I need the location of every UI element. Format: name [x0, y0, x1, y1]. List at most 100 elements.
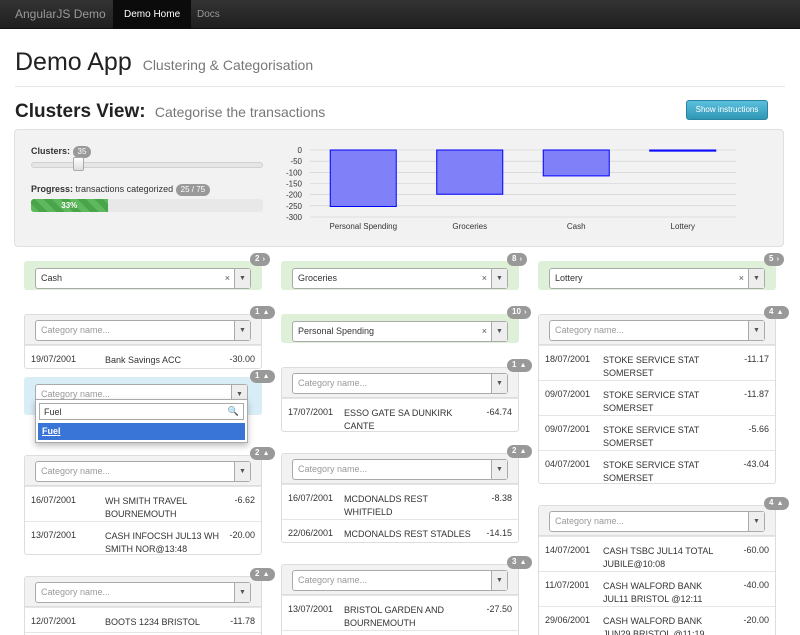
transaction-date: 04/07/2001	[545, 459, 591, 469]
cluster-count-badge[interactable]: 5 ›	[764, 253, 785, 266]
chevron-down-icon[interactable]: ▼	[748, 321, 764, 340]
transaction-description: STOKE SERVICE STAT SOMERSET	[603, 424, 699, 450]
category-select[interactable]: Lottery × ▼	[549, 268, 765, 289]
transaction-row[interactable]: 18/07/2001 STOKE SERVICE STAT SOMERSET -11.…	[539, 345, 775, 380]
cluster-count-badge[interactable]: 2 ▲	[250, 447, 275, 460]
transaction-row[interactable]: 19/07/2001 Bank Savings ACC -30.00	[25, 345, 261, 368]
cluster-panel-header: Category name... ▼	[539, 506, 775, 536]
category-select[interactable]: Category name... ▼	[292, 459, 508, 480]
cluster-panel: Category name... ▼ 13/07/2001 BRISTOL GARDE…	[281, 564, 519, 635]
transaction-date: 14/07/2001	[545, 545, 591, 555]
cluster-count-badge[interactable]: 2 ›	[250, 253, 271, 266]
transaction-row[interactable]: 13/07/2001 BRISTOL GARDEN AND BOURNEMOUTH -…	[282, 595, 518, 630]
chevron-up-icon: ▲	[519, 559, 527, 566]
transaction-row[interactable]: 16/07/2001 WH SMITH TRAVEL BOURNEMOUTH -6.6…	[25, 486, 261, 521]
transaction-description-line: CASH WALFORD BANK	[603, 581, 703, 591]
transaction-amount: -20.00	[229, 530, 255, 540]
transaction-row[interactable]: 09/07/2001 STOKE SERVICE STAT SOMERSET -5.6…	[539, 415, 775, 450]
clear-icon[interactable]: ×	[225, 273, 230, 283]
cluster-count-badge[interactable]: 8 ›	[507, 253, 528, 266]
chevron-down-icon[interactable]: ▼	[234, 321, 250, 340]
chevron-down-icon[interactable]: ▼	[748, 512, 764, 531]
transaction-row[interactable]: 11/07/2001 CASH WALFORD BANK JUL11 BRISTOL…	[539, 571, 775, 606]
transaction-date: 16/07/2001	[31, 495, 77, 505]
category-select-value: Category name...	[41, 466, 111, 476]
y-tick-label: -50	[290, 157, 302, 166]
nav-demo-home[interactable]: Demo Home	[113, 0, 192, 29]
clear-icon[interactable]: ×	[482, 273, 487, 283]
transaction-row[interactable]: 14/07/2001 CASH TSBC JUL14 TOTAL JUBILE@10…	[539, 536, 775, 571]
transaction-description: ESSO GATE SA DUNKIRK CANTE	[344, 407, 453, 431]
cluster-count-badge[interactable]: 2 ▲	[250, 568, 275, 581]
y-tick-label: -300	[286, 213, 303, 222]
cluster-panel: Category name... ▼ 17/07/2001 ESSO GATE SA …	[281, 367, 519, 432]
category-select[interactable]: Groceries × ▼	[292, 268, 508, 289]
chevron-down-icon[interactable]: ▼	[748, 269, 764, 288]
chevron-up-icon: ▲	[262, 373, 270, 380]
transaction-amount: -14.15	[486, 528, 512, 538]
cluster-count-badge[interactable]: 2 ▲	[507, 445, 532, 458]
transaction-description-line: ESSO GATE SA DUNKIRK	[344, 408, 453, 418]
cluster-panel-header: Category name... ▼	[539, 315, 775, 345]
chevron-down-icon[interactable]: ▼	[234, 462, 250, 481]
clusters-slider[interactable]	[31, 162, 263, 168]
brand[interactable]: AngularJS Demo	[15, 7, 106, 21]
category-select[interactable]: Category name... ▼	[549, 320, 765, 341]
category-select-value: Category name...	[298, 575, 368, 585]
transaction-date: 16/07/2001	[288, 493, 334, 503]
clear-icon[interactable]: ×	[482, 326, 487, 336]
category-select[interactable]: Category name... ▼	[35, 320, 251, 341]
cluster-panel: Category name... ▼ 14/07/2001 CASH TSBC JUL…	[538, 505, 776, 635]
chevron-down-icon[interactable]: ▼	[234, 583, 250, 602]
category-select[interactable]: Cash × ▼	[35, 268, 251, 289]
category-select-value: Category name...	[298, 378, 368, 388]
transaction-row[interactable]: 12/07/2001 BOOTS 1234 BRISTOL -11.78	[25, 607, 261, 632]
cluster-count-badge[interactable]: 10 ›	[507, 306, 532, 319]
cluster-panel: Category name... ▼ 12/07/2001 BOOTS 1234 BR…	[24, 576, 262, 635]
transaction-row[interactable]: 22/06/2001 MCDONALDS REST STADLES -14.15	[282, 519, 518, 542]
clear-icon[interactable]: ×	[739, 273, 744, 283]
chevron-down-icon[interactable]: ▼	[491, 571, 507, 590]
cluster-count-badge[interactable]: 1 ▲	[250, 370, 275, 383]
transaction-description-line: SOMERSET	[603, 403, 654, 413]
section-subtitle: Categorise the transactions	[154, 104, 326, 120]
category-search-input[interactable]: Fuel 🔍	[39, 403, 244, 420]
transaction-date: 22/06/2001	[288, 528, 334, 538]
transaction-description-line: CASH INFOCSH JUL13 WH	[105, 531, 220, 541]
category-select[interactable]: Category name... ▼	[292, 570, 508, 591]
category-select[interactable]: Category name... ▼	[35, 582, 251, 603]
category-select[interactable]: Personal Spending × ▼	[292, 321, 508, 342]
cluster-panel: Category name... ▼ 16/07/2001 MCDONALDS RES…	[281, 453, 519, 543]
show-instructions-button[interactable]: Show instructions	[686, 100, 768, 120]
category-select[interactable]: Category name... ▼	[35, 461, 251, 482]
transaction-row[interactable]: 29/06/2001 CASH WALFORD BANK JUN29 BRISTOL…	[539, 606, 775, 635]
dropdown-option[interactable]: Fuel	[38, 423, 245, 440]
chevron-up-icon: ▲	[519, 362, 527, 369]
transaction-description-line: BRISTOL GARDEN AND	[344, 605, 445, 615]
chevron-down-icon[interactable]: ▼	[234, 269, 250, 288]
transaction-row[interactable]: 04/07/2001 STOKE SERVICE STAT SOMERSET -43.…	[539, 450, 775, 483]
cluster-count-badge[interactable]: 4 ▲	[764, 497, 789, 510]
assigned-cluster: Lottery × ▼	[538, 261, 776, 290]
transaction-row[interactable]: 16/07/2001 MCDONALDS REST WHITFIELD -8.38	[282, 484, 518, 519]
transaction-row[interactable]: 11/07/2001BRISTOL GARDEN ANDBOURNEMOUTH-…	[282, 630, 518, 635]
cluster-count-badge[interactable]: 4 ▲	[764, 306, 789, 319]
transaction-description-line: MCDONALDS REST STADLES	[344, 529, 471, 539]
chevron-down-icon[interactable]: ▼	[491, 374, 507, 393]
category-select[interactable]: Category name... ▼	[292, 373, 508, 394]
cluster-count-badge[interactable]: 1 ▲	[250, 306, 275, 319]
transaction-row[interactable]: 13/07/2001 CASH INFOCSH JUL13 WH SMITH NOR…	[25, 521, 261, 554]
search-icon: 🔍	[227, 406, 239, 416]
slider-handle[interactable]	[73, 157, 84, 171]
cluster-count-badge[interactable]: 1 ▲	[507, 359, 532, 372]
nav-docs[interactable]: Docs	[186, 0, 231, 29]
transaction-row[interactable]: 09/07/2001 STOKE SERVICE STAT SOMERSET -11.…	[539, 380, 775, 415]
transaction-description-line: JUL11 BRISTOL @12:11	[603, 594, 703, 604]
chevron-down-icon[interactable]: ▼	[491, 269, 507, 288]
chevron-right-icon: ›	[776, 256, 780, 263]
chevron-down-icon[interactable]: ▼	[491, 322, 507, 341]
cluster-count-badge[interactable]: 3 ▲	[507, 556, 532, 569]
category-select[interactable]: Category name... ▼	[549, 511, 765, 532]
transaction-row[interactable]: 17/07/2001 ESSO GATE SA DUNKIRK CANTE -64.7…	[282, 398, 518, 431]
chevron-down-icon[interactable]: ▼	[491, 460, 507, 479]
